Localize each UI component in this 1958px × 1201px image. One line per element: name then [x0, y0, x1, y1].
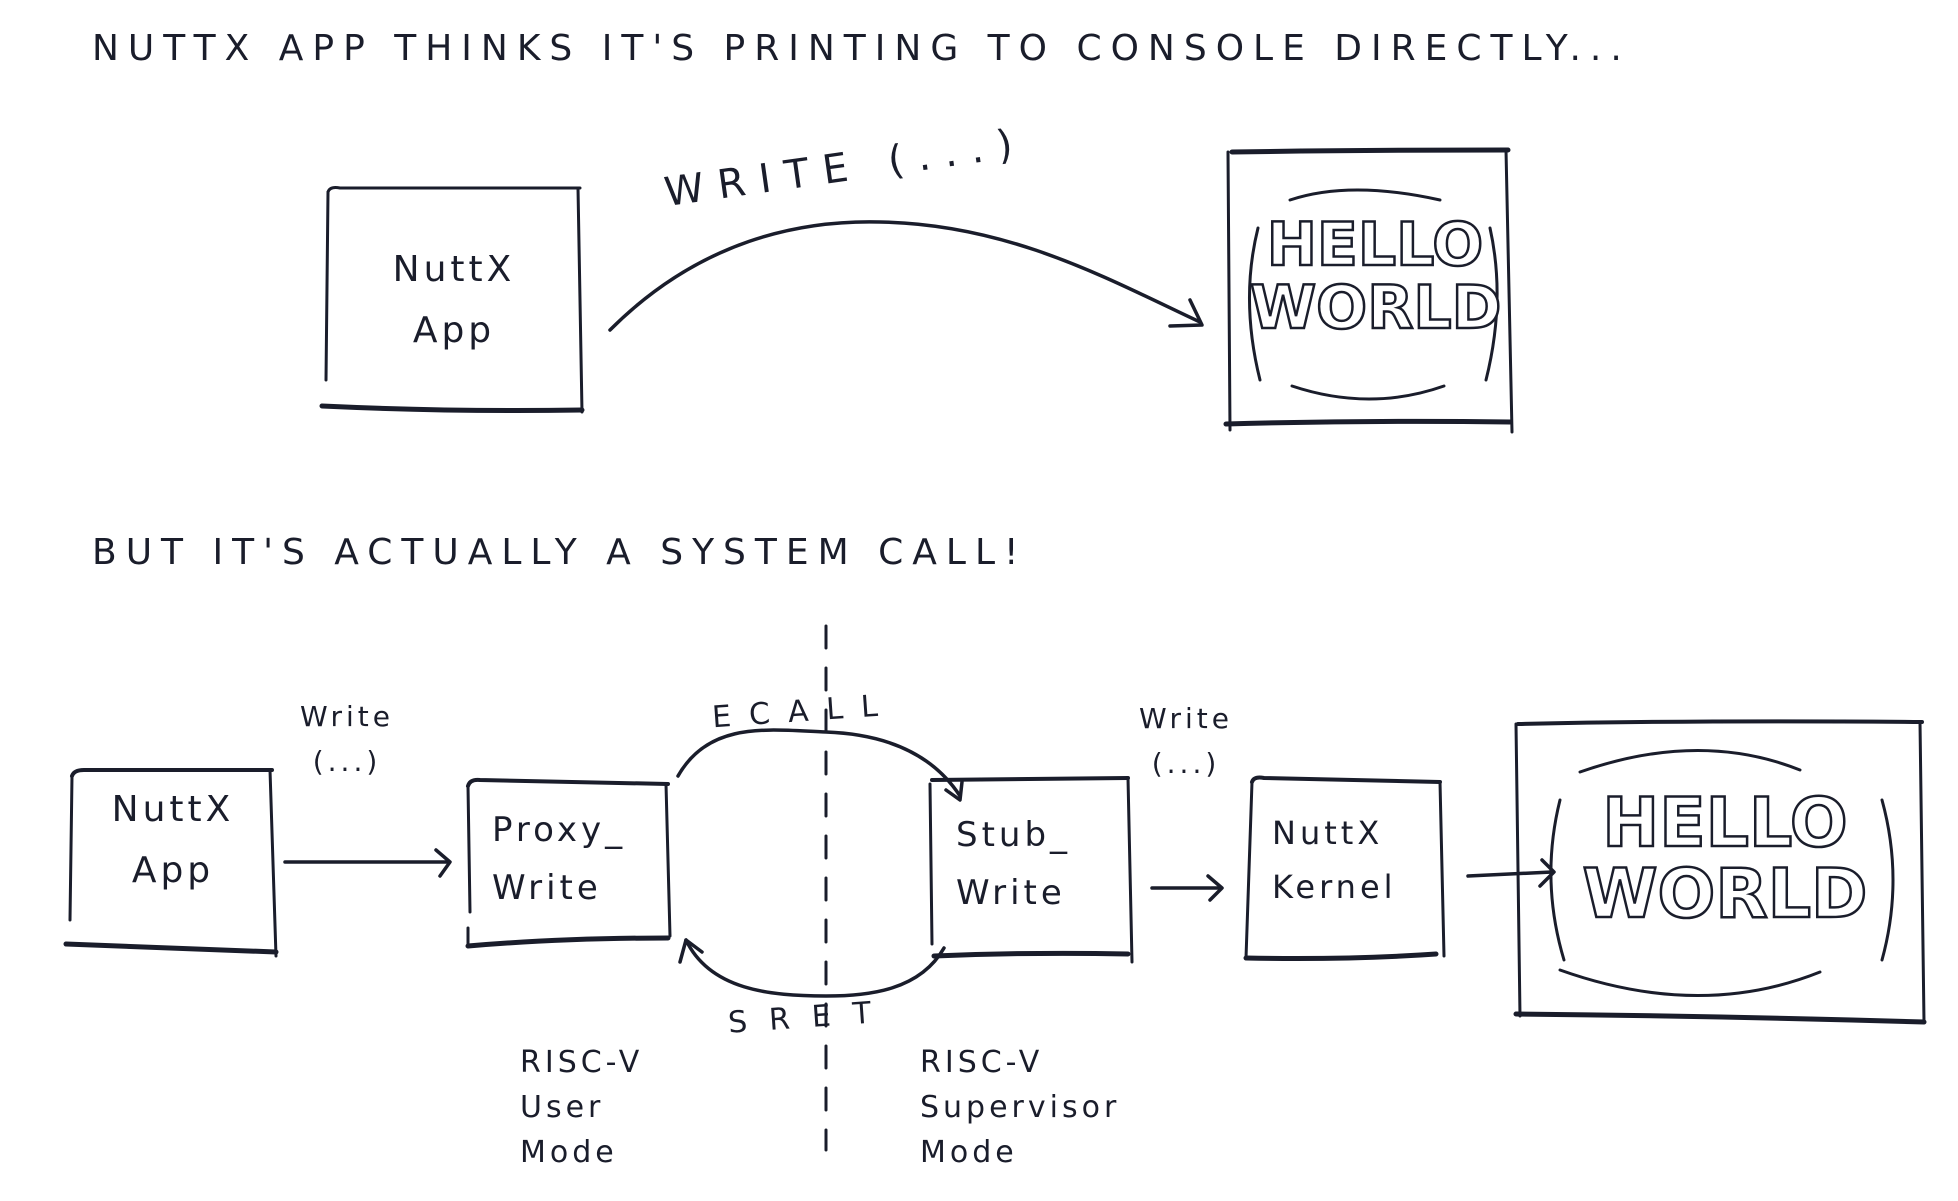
top-write-arrow	[608, 220, 1204, 332]
top-app-box-label: NuttX App	[330, 200, 578, 400]
bottom-heading: But it's actually a System Call!	[92, 532, 1028, 573]
stub-box-label: Stub_ Write	[934, 800, 1150, 930]
bottom-console-line2: WORLD	[1581, 855, 1868, 935]
supervisor-mode-label: RISC-V Supervisor Mode	[910, 1040, 1180, 1190]
stub-line2: Write	[956, 873, 1066, 913]
kernel-line2: Kernel	[1272, 868, 1397, 906]
bottom-app-line1: NuttX	[111, 788, 235, 830]
user-mode-line3: Mode	[520, 1135, 618, 1170]
top-heading: NuttX App thinks it's printing to consol…	[92, 28, 1631, 69]
write-label-2-line1: Write	[1139, 702, 1233, 736]
bottom-console-text: HELLO WORLD	[1570, 784, 1880, 935]
diagram-canvas	[63, 147, 1927, 1152]
supervisor-mode-line3: Mode	[920, 1135, 1018, 1170]
proxy-line1: Proxy_	[492, 810, 627, 851]
write-label-1-line2: (...)	[312, 745, 382, 778]
sret-arrow	[678, 938, 946, 998]
top-console-text: HELLO WORLD	[1249, 210, 1503, 343]
ecall-arrow	[676, 728, 964, 802]
bottom-console-line1: HELLO	[1601, 784, 1849, 863]
top-console-line1: HELLO	[1265, 210, 1484, 280]
bottom-app-box-label: NuttX App	[74, 780, 272, 900]
write-label-1-line1: Write	[300, 700, 394, 734]
arrow-kernel-to-console	[1466, 870, 1554, 878]
user-mode-line1: RISC-V	[520, 1045, 644, 1080]
top-console-line2: WORLD	[1249, 273, 1503, 343]
supervisor-mode-line2: Supervisor	[920, 1090, 1121, 1125]
write-label-2-line2: (...)	[1151, 747, 1221, 780]
user-mode-label: RISC-V User Mode	[510, 1040, 720, 1190]
kernel-line1: NuttX	[1272, 813, 1384, 852]
proxy-line2: Write	[492, 868, 602, 908]
proxy-box-label: Proxy_ Write	[470, 800, 688, 920]
top-app-line1: NuttX	[392, 248, 516, 290]
user-mode-line2: User	[520, 1090, 605, 1125]
write-label-1: Write (...)	[282, 690, 412, 790]
stub-line1: Stub_	[956, 815, 1072, 856]
supervisor-mode-line1: RISC-V	[920, 1045, 1044, 1080]
top-app-line2: App	[412, 310, 496, 351]
bottom-app-line2: App	[131, 850, 215, 891]
kernel-box-label: NuttX Kernel	[1250, 800, 1466, 920]
write-label-2: Write (...)	[1116, 692, 1256, 792]
